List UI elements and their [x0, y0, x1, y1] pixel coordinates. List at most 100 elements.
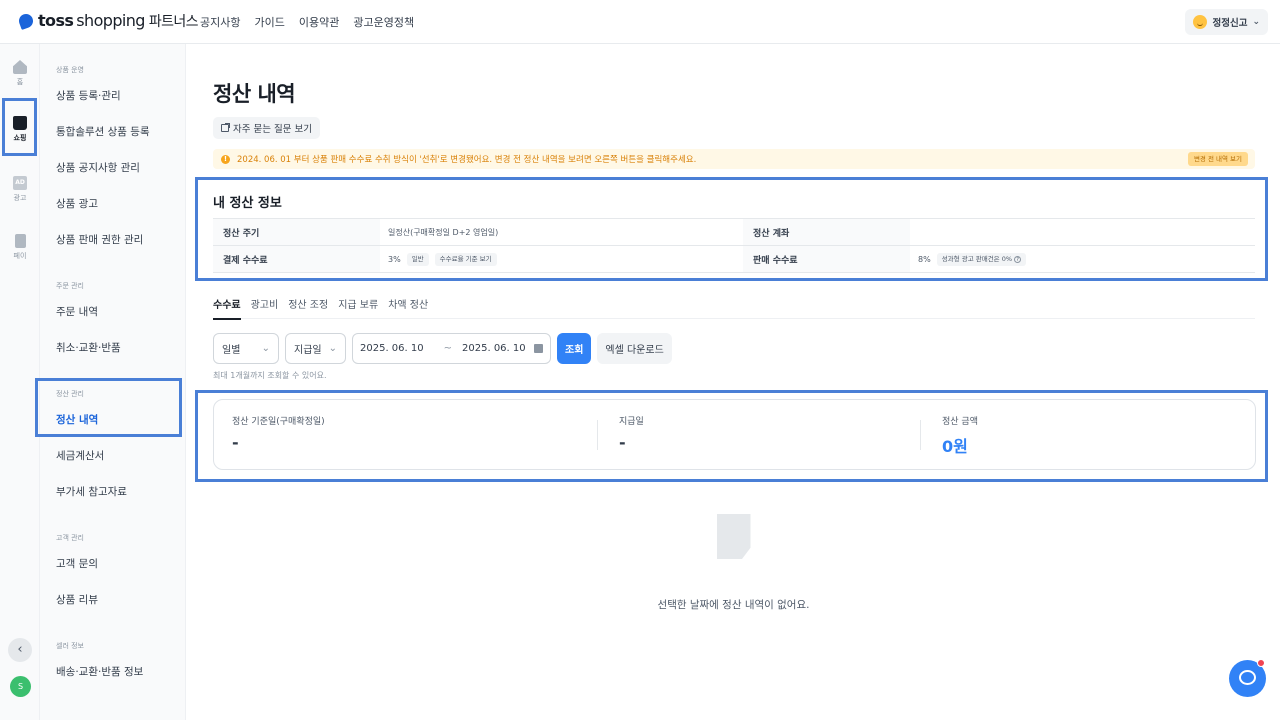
- sales-fee-chip-text: 성과형 광고 판매건은 0%: [941, 254, 1013, 263]
- sales-fee-chip: 성과형 광고 판매건은 0%?: [936, 252, 1027, 266]
- excel-download-button[interactable]: 엑셀 다운로드: [597, 333, 672, 364]
- payment-fee-value: 3% 일반 수수료율 기준 보기: [380, 246, 743, 272]
- summary-base-date: 정산 기준일(구매확정일) -: [232, 414, 325, 452]
- menu-item-tax-invoice[interactable]: 세금계산서: [56, 448, 104, 463]
- divider: [920, 420, 921, 450]
- store-selector-button[interactable]: 정정신고 ⌄: [1185, 9, 1268, 35]
- icon-rail: 홈 쇼핑 AD 광고 페이 ‹ S: [0, 44, 40, 720]
- menu-item-vat-reference[interactable]: 부가세 참고자료: [56, 484, 127, 499]
- nav-notice-link[interactable]: 공지사항: [200, 14, 240, 30]
- faq-label: 자주 묻는 질문 보기: [233, 124, 312, 135]
- store-name: 정정신고: [1212, 18, 1248, 29]
- collapse-chevron-left-icon[interactable]: ‹: [8, 638, 32, 662]
- home-icon: [13, 60, 27, 74]
- empty-state: 선택한 날짜에 정산 내역이 없어요.: [187, 514, 1280, 612]
- chevron-down-icon: ⌄: [328, 343, 337, 354]
- tab-ad-cost[interactable]: 광고비: [251, 295, 279, 319]
- tab-difference[interactable]: 차액 정산: [388, 295, 428, 319]
- side-menu: 상품 운영 상품 등록·관리 통합솔루션 상품 등록 상품 공지사항 관리 상품…: [40, 44, 186, 720]
- date-type-select[interactable]: 지급일 ⌄: [285, 333, 346, 364]
- menu-item-orders[interactable]: 주문 내역: [56, 304, 98, 319]
- rail-label: 페이: [13, 252, 27, 260]
- menu-item-settlement[interactable]: 정산 내역: [56, 412, 98, 427]
- calendar-icon[interactable]: [534, 344, 543, 353]
- sales-fee-rate: 8%: [918, 254, 931, 264]
- menu-item-cancel-exchange-return[interactable]: 취소·교환·반품: [56, 340, 121, 355]
- summary-payment-date: 지급일 -: [619, 414, 644, 452]
- previous-history-button[interactable]: 변경 전 내역 보기: [1187, 152, 1248, 166]
- menu-item-product-manage[interactable]: 상품 등록·관리: [56, 88, 121, 103]
- cycle-label: 정산 주기: [213, 219, 380, 245]
- empty-state-text: 선택한 날짜에 정산 내역이 없어요.: [657, 599, 810, 611]
- info-row: 정산 주기 일정산(구매확정일 D+2 영업일) 정산 계좌: [213, 219, 1255, 246]
- period-helper-text: 최대 1개월까지 조회할 수 있어요.: [213, 371, 327, 380]
- date-range-input[interactable]: 2025. 06. 10 ~ 2025. 06. 10: [352, 333, 551, 364]
- menu-item-product-ad[interactable]: 상품 광고: [56, 196, 98, 211]
- top-nav: 공지사항 가이드 이용약관 광고운영정책: [200, 14, 414, 30]
- settlement-info-title: 내 정산 정보: [213, 196, 282, 211]
- tab-payment-hold[interactable]: 지급 보류: [338, 295, 378, 319]
- start-date[interactable]: 2025. 06. 10: [360, 343, 424, 354]
- end-date[interactable]: 2025. 06. 10: [462, 343, 526, 354]
- divider: [597, 420, 598, 450]
- faq-button[interactable]: 자주 묻는 질문 보기: [213, 117, 320, 139]
- menu-group-title: 셀러 정보: [56, 642, 84, 650]
- empty-document-icon: [716, 514, 751, 559]
- account-label: 정산 계좌: [743, 219, 910, 245]
- rail-item-home[interactable]: 홈: [0, 60, 40, 87]
- rail-item-shopping[interactable]: 쇼핑: [0, 116, 40, 143]
- filter-bar: 일별 ⌄ 지급일 ⌄ 2025. 06. 10 ~ 2025. 06. 10 조…: [213, 333, 672, 364]
- tab-fee[interactable]: 수수료: [213, 295, 241, 320]
- summary-label: 정산 금액: [942, 417, 978, 427]
- rail-label: 광고: [13, 194, 27, 202]
- logo-text: toss shopping 파트너스: [38, 11, 199, 30]
- menu-item-customer-inquiry[interactable]: 고객 문의: [56, 556, 98, 571]
- pay-icon: [14, 234, 26, 248]
- menu-item-integrated-product[interactable]: 통합솔루션 상품 등록: [56, 124, 150, 139]
- menu-group-title: 고객 관리: [56, 534, 84, 542]
- summary-value: -: [619, 433, 626, 452]
- nav-terms-link[interactable]: 이용약관: [299, 14, 339, 30]
- smile-icon: [1193, 15, 1208, 29]
- date-separator: ~: [443, 343, 453, 354]
- menu-group-title: 정산 관리: [56, 390, 84, 398]
- date-type-select-value: 지급일: [294, 345, 322, 356]
- menu-group-title: 상품 운영: [56, 66, 84, 74]
- cycle-value-text: 일정산(구매확정일 D+2 영업일): [388, 227, 499, 237]
- avatar[interactable]: S: [10, 676, 31, 697]
- info-row: 결제 수수료 3% 일반 수수료율 기준 보기 판매 수수료 8% 성과형 광고…: [213, 246, 1255, 273]
- payment-fee-chip: 일반: [406, 252, 429, 266]
- fee-rate-criteria-button[interactable]: 수수료율 기준 보기: [434, 252, 497, 266]
- menu-item-product-notice[interactable]: 상품 공지사항 관리: [56, 160, 140, 175]
- summary-value: 0원: [942, 437, 968, 456]
- summary-label: 정산 기준일(구매확정일): [232, 417, 325, 427]
- summary-label: 지급일: [619, 417, 644, 427]
- ad-icon: AD: [13, 176, 27, 190]
- menu-item-product-review[interactable]: 상품 리뷰: [56, 592, 98, 607]
- top-header: toss shopping 파트너스 공지사항 가이드 이용약관 광고운영정책 정정…: [0, 0, 1280, 44]
- menu-item-shipping-info[interactable]: 배송·교환·반품 정보: [56, 664, 143, 679]
- tab-adjustment[interactable]: 정산 조정: [288, 295, 328, 319]
- search-button[interactable]: 조회: [557, 333, 592, 364]
- warning-icon: !: [221, 154, 230, 164]
- rail-label: 쇼핑: [13, 134, 27, 142]
- menu-item-sales-permission[interactable]: 상품 판매 권한 관리: [56, 232, 143, 247]
- summary-value: -: [232, 433, 239, 452]
- rail-item-ad[interactable]: AD 광고: [0, 176, 40, 203]
- rail-item-pay[interactable]: 페이: [0, 234, 40, 261]
- main-content: 정산 내역 자주 묻는 질문 보기 ! 2024. 06. 01 부터 상품 판…: [187, 44, 1280, 720]
- settlement-summary-card: 정산 기준일(구매확정일) - 지급일 - 정산 금액 0원: [213, 399, 1256, 470]
- cycle-value: 일정산(구매확정일 D+2 영업일): [380, 219, 743, 245]
- nav-guide-link[interactable]: 가이드: [254, 14, 284, 30]
- period-select[interactable]: 일별 ⌄: [213, 333, 279, 364]
- menu-group-title: 주문 관리: [56, 282, 84, 290]
- help-icon[interactable]: ?: [1014, 255, 1022, 263]
- settlement-info-table: 정산 주기 일정산(구매확정일 D+2 영업일) 정산 계좌 결제 수수료 3%…: [213, 218, 1255, 273]
- summary-amount: 정산 금액 0원: [942, 414, 978, 457]
- sales-fee-value: 8% 성과형 광고 판매건은 0%?: [910, 246, 1255, 272]
- chevron-down-icon: ⌄: [261, 343, 270, 354]
- logo[interactable]: toss shopping 파트너스: [18, 11, 199, 31]
- nav-ad-policy-link[interactable]: 광고운영정책: [353, 14, 414, 30]
- payment-fee-rate: 3%: [388, 254, 401, 264]
- period-select-value: 일별: [222, 345, 241, 356]
